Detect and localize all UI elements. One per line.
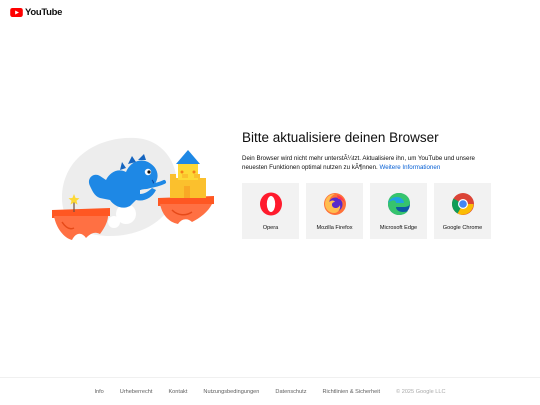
firefox-icon bbox=[323, 193, 346, 215]
description-text: Dein Browser wird nicht mehr unterstÃ¼tz… bbox=[242, 154, 492, 173]
update-browser-message: Bitte aktualisiere deinen Browser Dein B… bbox=[242, 130, 502, 173]
youtube-play-icon bbox=[10, 8, 23, 17]
browser-card-edge[interactable]: Microsoft Edge bbox=[370, 183, 427, 239]
dino-castle-illustration bbox=[52, 137, 214, 240]
browser-label: Opera bbox=[262, 225, 279, 231]
copyright-text: © 2025 Google LLC bbox=[396, 388, 446, 395]
footer: Info Urheberrecht Kontakt Nutzungsbeding… bbox=[0, 377, 540, 405]
browser-card-opera[interactable]: Opera bbox=[242, 183, 299, 239]
browser-label: Mozilla Firefox bbox=[316, 225, 353, 231]
browser-options: Opera Mozilla Firefox Microsoft Edge Goo… bbox=[242, 183, 491, 239]
footer-link-info[interactable]: Info bbox=[94, 389, 103, 395]
more-info-link[interactable]: Weitere Informationen bbox=[380, 164, 441, 171]
youtube-wordmark: YouTube bbox=[25, 7, 63, 18]
browser-label: Google Chrome bbox=[442, 225, 483, 231]
youtube-logo[interactable]: YouTube bbox=[10, 7, 62, 18]
footer-link-policies[interactable]: Richtlinien & Sicherheit bbox=[323, 389, 381, 395]
footer-link-contact[interactable]: Kontakt bbox=[168, 389, 187, 395]
browser-label: Microsoft Edge bbox=[379, 225, 418, 231]
opera-icon bbox=[259, 192, 282, 216]
browser-card-firefox[interactable]: Mozilla Firefox bbox=[306, 183, 363, 239]
edge-icon bbox=[387, 193, 410, 215]
page-title: Bitte aktualisiere deinen Browser bbox=[242, 130, 439, 145]
footer-link-privacy[interactable]: Datenschutz bbox=[275, 389, 306, 395]
chrome-icon bbox=[451, 193, 474, 215]
footer-link-terms[interactable]: Nutzungsbedingungen bbox=[203, 389, 259, 395]
browser-card-chrome[interactable]: Google Chrome bbox=[434, 183, 491, 239]
footer-link-copyright[interactable]: Urheberrecht bbox=[120, 389, 153, 395]
